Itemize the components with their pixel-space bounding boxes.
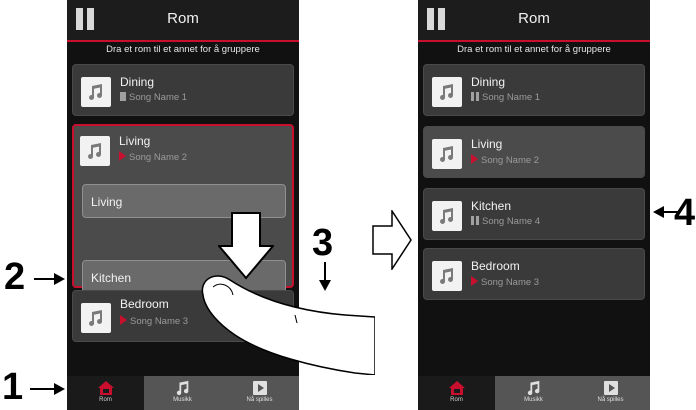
song-name: Song Name 2 [129,152,188,163]
music-note-icon [432,139,462,169]
song-line: Song Name 3 [120,315,188,327]
music-note-icon [527,380,539,396]
song-name: Song Name 1 [482,92,541,103]
music-note-icon [81,77,111,107]
room-card-bedroom[interactable]: Bedroom Song Name 3 [423,248,645,300]
music-note-icon [176,380,188,396]
callout-3: 3 [312,222,334,264]
room-card-dining[interactable]: Dining Song Name 1 [423,64,645,116]
music-note-icon [432,201,462,231]
stop-icon [120,92,126,101]
accent-divider [418,40,650,42]
house-icon [448,381,465,395]
callout-arrow-icon [30,383,65,395]
bottom-tab-bar: Rom Musikk Nå spilles [418,376,650,410]
callout-2: 2 [4,256,26,298]
title-bar: Rom [67,0,299,40]
music-note-icon [432,261,462,291]
room-name: Dining [471,75,506,89]
song-name: Song Name 3 [481,277,540,288]
song-line: Song Name 4 [471,216,540,227]
room-name: Bedroom [471,259,520,273]
room-card-living[interactable]: Living Song Name 2 [423,126,645,178]
song-name: Song Name 4 [482,216,541,227]
drag-down-arrow-icon [218,212,274,280]
room-name: Kitchen [471,199,512,213]
transition-arrow-icon [372,210,412,270]
tab-na-spilles[interactable]: Nå spilles [572,376,649,410]
title-bar: Rom [418,0,650,40]
room-name: Living [119,134,151,148]
song-name: Song Name 2 [481,155,540,166]
music-note-icon [432,77,462,107]
page-title: Rom [167,10,199,27]
music-note-icon [80,136,110,166]
play-square-icon [252,381,267,395]
song-name: Song Name 3 [130,316,189,327]
tab-rom[interactable]: Rom [67,376,144,410]
music-note-icon [81,303,111,333]
callout-arrow-icon [34,273,65,285]
bottom-tab-bar: Rom Musikk Nå spilles [67,376,299,410]
tab-rom[interactable]: Rom [418,376,495,410]
song-line: Song Name 2 [471,154,539,166]
tab-na-spilles[interactable]: Nå spilles [221,376,298,410]
phone-screen-after: Rom Dra et rom til et annet for å gruppe… [418,0,650,410]
play-icon [120,315,127,325]
play-icon [471,276,478,286]
song-line: Song Name 2 [119,151,187,163]
room-card-kitchen[interactable]: Kitchen Song Name 4 [423,188,645,240]
accent-divider [67,40,299,42]
drag-hint: Dra et rom til et annet for å gruppere [457,44,611,55]
callout-4: 4 [674,192,696,234]
room-card-dining[interactable]: Dining Song Name 1 [72,64,294,116]
pause-icon [471,216,479,225]
callout-arrow-icon [319,262,331,291]
room-name: Dining [120,75,155,89]
callout-1: 1 [2,366,24,408]
song-line: Song Name 1 [471,92,540,103]
song-line: Song Name 3 [471,276,539,288]
house-icon [97,381,114,395]
play-icon [119,151,126,161]
room-name: Living [471,137,503,151]
tab-musikk[interactable]: Musikk [495,376,572,410]
song-name: Song Name 1 [129,92,188,103]
room-name: Bedroom [120,297,169,311]
drag-hint: Dra et rom til et annet for å gruppere [106,44,260,55]
tab-musikk[interactable]: Musikk [144,376,221,410]
song-line: Song Name 1 [120,92,187,103]
play-square-icon [603,381,618,395]
page-title: Rom [518,10,550,27]
play-icon [471,154,478,164]
pause-icon [471,92,479,101]
